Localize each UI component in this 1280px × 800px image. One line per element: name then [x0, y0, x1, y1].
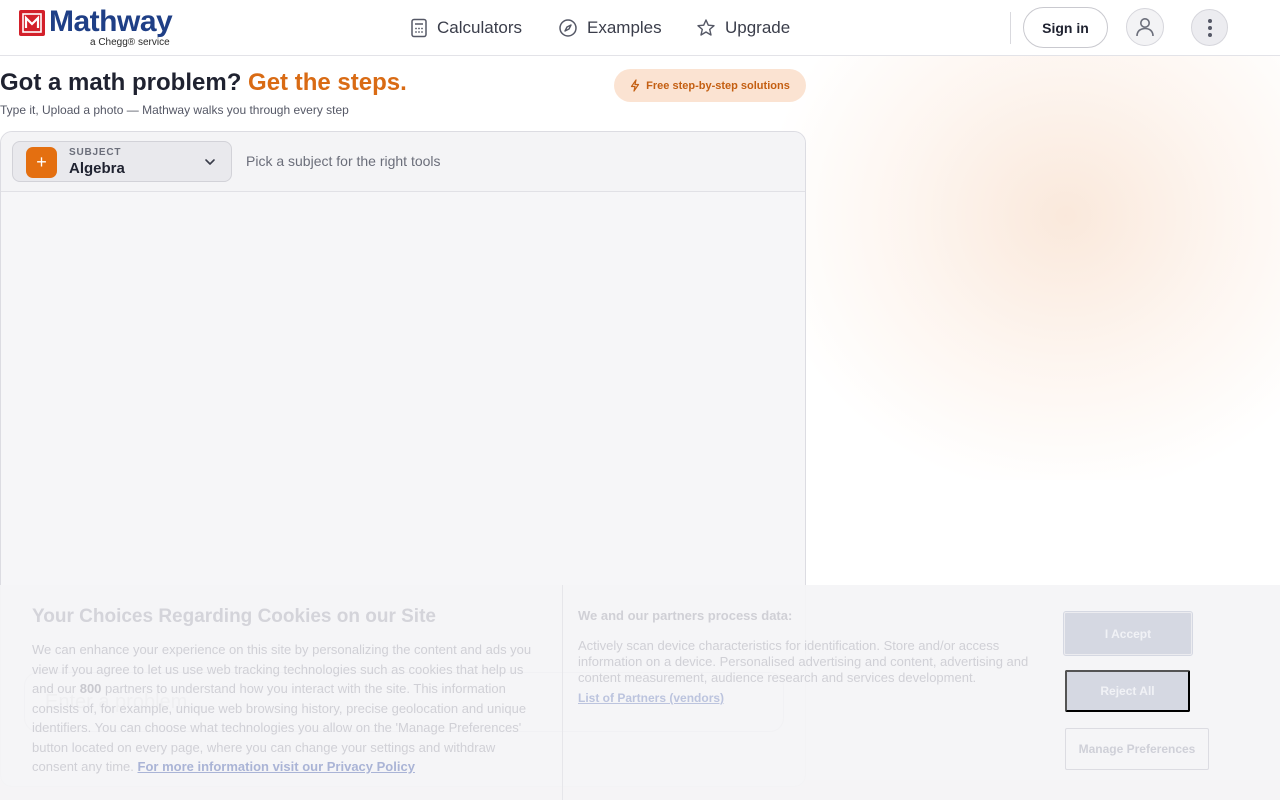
- partners-body: Actively scan device characteristics for…: [578, 638, 1029, 685]
- nav-item-upgrade[interactable]: Upgrade: [696, 14, 790, 42]
- lightning-icon: [631, 79, 640, 92]
- nav-label-calculators: Calculators: [437, 18, 523, 37]
- sign-in-button[interactable]: Sign in: [1023, 7, 1108, 48]
- panel-toolbar: + SUBJECT Algebra Pick a subject for the…: [1, 132, 805, 192]
- headline-main: Got a math problem?: [0, 69, 242, 96]
- star-icon: [697, 19, 715, 36]
- privacy-policy-link[interactable]: For more information visit our Privacy P…: [138, 759, 415, 774]
- cookie-consent-banner: Your Choices Regarding Cookies on our Si…: [0, 585, 1280, 800]
- plus-icon: +: [26, 147, 57, 178]
- account-avatar-button[interactable]: [1126, 8, 1164, 46]
- user-icon: [1136, 18, 1154, 37]
- nav-item-examples[interactable]: Examples: [558, 14, 662, 42]
- cookie-partner-count: 800: [79, 681, 102, 696]
- subject-label: SUBJECT: [69, 147, 122, 158]
- cookie-body: We can enhance your experience on this s…: [32, 640, 537, 777]
- subject-dropdown[interactable]: + SUBJECT Algebra: [12, 141, 232, 182]
- page-headline: Got a math problem? Get the steps.: [0, 69, 407, 97]
- compass-icon: [559, 19, 577, 37]
- mathway-logo[interactable]: Mathway a Chegg® service: [19, 5, 194, 50]
- logo-tagline: a Chegg® service: [90, 37, 170, 48]
- nav-label-examples: Examples: [587, 18, 662, 37]
- cookie-title: Your Choices Regarding Cookies on our Si…: [32, 606, 436, 627]
- nav-item-calculators[interactable]: Calculators: [410, 14, 522, 42]
- accept-cookies-button[interactable]: I Accept: [1063, 611, 1193, 656]
- vendors-link[interactable]: List of Partners (vendors): [578, 691, 724, 705]
- cookie-separator: [562, 585, 563, 800]
- mathway-logo-mark-icon: [19, 10, 45, 36]
- calculator-icon: [411, 18, 427, 38]
- page-subline: Type it, Upload a photo — Mathway walks …: [0, 103, 349, 117]
- more-menu-button[interactable]: [1191, 9, 1228, 46]
- subject-hint: Pick a subject for the right tools: [246, 153, 441, 169]
- reject-cookies-button[interactable]: Reject All: [1065, 670, 1190, 712]
- partners-title: We and our partners process data:: [578, 608, 793, 623]
- chevron-down-icon: [205, 159, 215, 165]
- header-divider: [1010, 12, 1011, 44]
- background-glow: [780, 40, 1280, 480]
- top-header: Mathway a Chegg® service Calculators Exa…: [0, 0, 1280, 56]
- subject-value: Algebra: [69, 160, 125, 177]
- more-vertical-icon: [1207, 18, 1212, 37]
- badge-label: Free step-by-step solutions: [646, 79, 790, 92]
- logo-wordmark: Mathway: [49, 5, 173, 38]
- headline-accent: Get the steps.: [248, 69, 407, 96]
- manage-preferences-button[interactable]: Manage Preferences: [1065, 728, 1209, 770]
- nav-label-upgrade: Upgrade: [725, 18, 791, 37]
- free-solutions-badge: Free step-by-step solutions: [614, 69, 806, 102]
